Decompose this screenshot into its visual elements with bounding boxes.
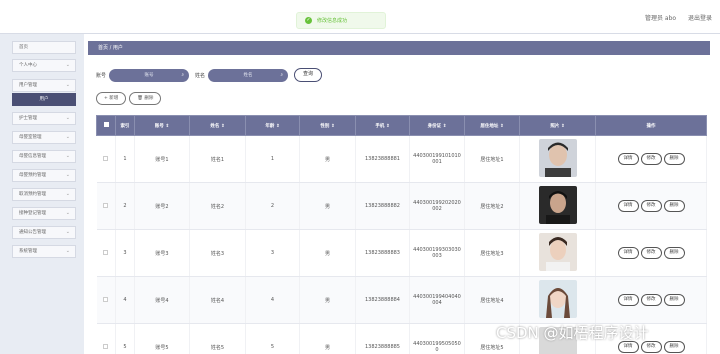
account-label: 账号 xyxy=(96,72,107,79)
sidebar-item-home[interactable]: 首页 xyxy=(12,41,76,54)
edit-button[interactable]: 修改 xyxy=(640,200,662,212)
check-icon: ✓ xyxy=(305,17,312,24)
add-button[interactable]: + 新增 xyxy=(96,92,127,105)
col-age[interactable]: 年龄 ⇕ xyxy=(245,115,300,136)
sidebar-item-booking[interactable]: 母婴预约管理 ⌄ xyxy=(12,169,76,182)
row-checkbox[interactable] xyxy=(96,182,116,230)
col-name[interactable]: 姓名 ⇕ xyxy=(189,115,246,136)
chevron-down-icon: ⌄ xyxy=(65,248,70,254)
search-bar: 账号 账号 ⌕ 姓名 姓名 ⌕ 查询 xyxy=(96,68,323,82)
edit-button[interactable]: 修改 xyxy=(640,294,662,306)
user-photo xyxy=(538,139,577,177)
admin-label: 管理员 abo xyxy=(644,15,677,22)
chevron-down-icon: ⌄ xyxy=(65,115,70,121)
detail-button[interactable]: 详情 xyxy=(617,153,639,165)
sidebar-item-cancel[interactable]: 取消预约管理 ⌄ xyxy=(12,188,76,201)
row-checkbox[interactable] xyxy=(96,323,116,354)
chevron-down-icon: ⌄ xyxy=(65,134,70,140)
sidebar-item-notice[interactable]: 通知公告管理 ⌄ xyxy=(12,226,76,239)
search-icon: ⌕ xyxy=(280,72,284,78)
name-search-input[interactable]: 姓名 ⌕ xyxy=(208,68,289,82)
breadcrumb: 首页 / 用户 xyxy=(88,41,710,55)
table-row: 2 账号2 姓名2 2 男 13823888882 44030019920202… xyxy=(96,182,707,230)
delete-button[interactable]: 删除 xyxy=(663,200,685,212)
delete-button[interactable]: 删除 xyxy=(663,247,685,259)
sidebar-item-profile[interactable]: 个人中心 ⌄ xyxy=(12,59,76,72)
chevron-down-icon: ⌄ xyxy=(65,172,70,178)
detail-button[interactable]: 详情 xyxy=(617,200,639,212)
row-checkbox[interactable] xyxy=(96,229,116,277)
table-row: 4 账号4 姓名4 4 男 13823888884 44030019940404… xyxy=(96,276,707,324)
row-checkbox[interactable] xyxy=(96,276,116,324)
toast-message: 修改信息成功 xyxy=(317,18,348,24)
logout-link[interactable]: 退出登录 xyxy=(688,15,712,22)
delete-button[interactable]: 删除 xyxy=(663,153,685,165)
search-icon: ⌕ xyxy=(181,72,185,78)
col-actions: 操作 xyxy=(595,115,707,136)
batch-delete-button[interactable]: 🗑 删除 xyxy=(129,92,162,105)
col-account[interactable]: 账号 ⇕ xyxy=(134,115,190,136)
col-index: 索引 xyxy=(115,115,135,136)
delete-button[interactable]: 删除 xyxy=(663,341,685,353)
chevron-down-icon: ⌄ xyxy=(65,191,70,197)
main-content: 首页 / 用户 账号 账号 ⌕ 姓名 姓名 ⌕ 查询 + 新增 🗑 删除 索引 … xyxy=(84,34,720,354)
user-table: 索引 账号 ⇕ 姓名 ⇕ 年龄 ⇕ 性别 ⇕ 手机 ⇕ 身份证 ⇕ 居住地址 ⇕… xyxy=(96,115,707,354)
table-header: 索引 账号 ⇕ 姓名 ⇕ 年龄 ⇕ 性别 ⇕ 手机 ⇕ 身份证 ⇕ 居住地址 ⇕… xyxy=(96,115,707,136)
col-address[interactable]: 居住地址 ⇕ xyxy=(464,115,520,136)
chevron-down-icon: ⌄ xyxy=(65,82,70,88)
col-idcard[interactable]: 身份证 ⇕ xyxy=(409,115,465,136)
sidebar-item-nurses[interactable]: 护士管理 ⌄ xyxy=(12,112,76,125)
query-button[interactable]: 查询 xyxy=(294,68,323,82)
detail-button[interactable]: 详情 xyxy=(617,294,639,306)
col-phone[interactable]: 手机 ⇕ xyxy=(355,115,410,136)
chevron-down-icon: ⌄ xyxy=(65,210,70,216)
sidebar-item-system[interactable]: 系统管理 ⌄ xyxy=(12,245,76,258)
table-row: 1 账号1 姓名1 1 男 13823888881 44030019910101… xyxy=(96,135,707,183)
edit-button[interactable]: 修改 xyxy=(640,153,662,165)
col-gender[interactable]: 性别 ⇕ xyxy=(299,115,356,136)
user-photo xyxy=(538,186,577,224)
sidebar-item-vaccine[interactable]: 接种登记管理 ⌄ xyxy=(12,207,76,220)
action-bar: + 新增 🗑 删除 xyxy=(96,92,164,105)
watermark: CSDN @如梧程序设计 xyxy=(496,324,649,342)
sidebar-item-users[interactable]: 用户 xyxy=(12,93,76,106)
select-all-checkbox[interactable] xyxy=(96,115,116,136)
chevron-down-icon: ⌄ xyxy=(65,229,70,235)
success-toast: ✓ 修改信息成功 xyxy=(296,12,386,29)
account-search-input[interactable]: 账号 ⌕ xyxy=(109,68,190,82)
user-photo xyxy=(538,280,577,318)
row-checkbox[interactable] xyxy=(96,135,116,183)
edit-button[interactable]: 修改 xyxy=(640,247,662,259)
table-row: 3 账号3 姓名3 3 男 13823888883 44030019930303… xyxy=(96,229,707,277)
detail-button[interactable]: 详情 xyxy=(617,247,639,259)
col-photo[interactable]: 照片 ⇕ xyxy=(519,115,596,136)
sidebar-item-user-mgmt[interactable]: 用户管理 ⌄ xyxy=(12,79,76,92)
user-photo xyxy=(538,233,577,271)
name-label: 姓名 xyxy=(195,72,206,79)
chevron-down-icon: ⌄ xyxy=(65,62,70,68)
sidebar-item-info[interactable]: 母婴信息管理 ⌄ xyxy=(12,150,76,163)
delete-button[interactable]: 删除 xyxy=(663,294,685,306)
chevron-down-icon: ⌄ xyxy=(65,153,70,159)
sidebar: 首页 个人中心 ⌄ 用户管理 ⌄ 用户 护士管理 ⌄ 母婴室管理 ⌄ 母婴信息管理 ⌄ 母… xyxy=(0,34,84,354)
sidebar-item-rooms[interactable]: 母婴室管理 ⌄ xyxy=(12,131,76,144)
top-bar: ✓ 修改信息成功 管理员 abo 退出登录 xyxy=(0,0,720,34)
